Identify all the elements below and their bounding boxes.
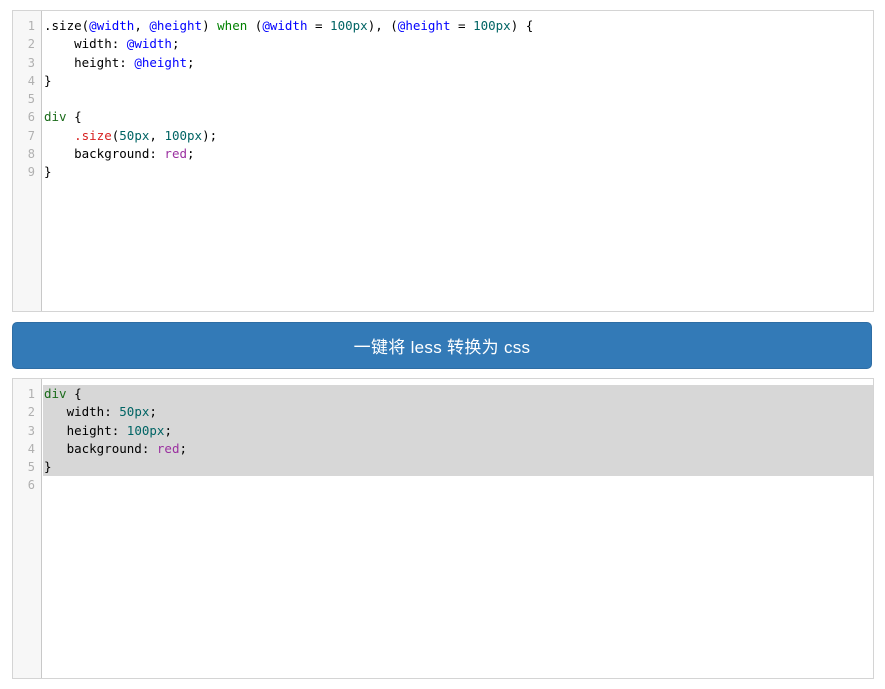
less-editor-code-area[interactable]: .size(@width, @height) when (@width = 10… bbox=[43, 11, 873, 311]
line-number: 1 bbox=[27, 19, 35, 33]
line-number: 3 bbox=[27, 423, 35, 438]
code-token: ( bbox=[247, 18, 263, 33]
line-number: 6 bbox=[27, 478, 35, 493]
line-number: 5 bbox=[27, 92, 35, 107]
line-number: 3 bbox=[27, 55, 35, 70]
code-token: 50px bbox=[119, 127, 150, 143]
code-token: 50px bbox=[119, 404, 150, 420]
css-output-editor[interactable]: 1 2 3 4 5 6 div { width: 50px; height: 100px;… bbox=[12, 378, 874, 679]
code-token: 100px bbox=[330, 18, 368, 33]
code-token: ; bbox=[187, 146, 195, 162]
code-line[interactable]: height: @height; bbox=[43, 54, 873, 72]
css-editor-code-area[interactable]: div { width: 50px; height: 100px; backgr… bbox=[43, 379, 873, 678]
code-token: ; bbox=[171, 36, 180, 52]
code-line[interactable]: .size(@width, @height) when (@width = 10… bbox=[43, 17, 873, 35]
less-editor-inner: 123456789 .size(@width, @height) when (@… bbox=[13, 11, 873, 311]
code-token: .size bbox=[44, 18, 82, 33]
code-token: 100px bbox=[126, 422, 165, 438]
less-editor-gutter: 1 2 3 4 5 6 7 8 9 bbox=[13, 11, 42, 311]
code-line[interactable]: div { bbox=[43, 108, 873, 126]
css-editor-inner: 1 2 3 4 5 6 div { width: 50px; height: 100px;… bbox=[13, 379, 873, 678]
code-token: div bbox=[44, 109, 67, 125]
code-token: @height bbox=[134, 54, 187, 70]
code-token: = bbox=[307, 18, 331, 33]
code-line[interactable]: width: @width; bbox=[43, 35, 873, 53]
code-token: ), ( bbox=[367, 18, 398, 33]
code-line[interactable] bbox=[43, 476, 873, 494]
code-token: height: bbox=[44, 54, 135, 70]
code-token: } bbox=[44, 72, 52, 88]
code-token: background: bbox=[44, 440, 157, 456]
code-token: ; bbox=[164, 422, 172, 438]
code-token: ) { bbox=[510, 18, 534, 33]
code-line[interactable]: div { bbox=[43, 385, 873, 404]
line-number: 8 bbox=[27, 147, 35, 162]
code-token: @width bbox=[126, 36, 172, 52]
line-number: 7 bbox=[27, 128, 35, 143]
line-number: 1 bbox=[27, 387, 35, 401]
code-token: } bbox=[44, 459, 52, 475]
code-token: red bbox=[164, 146, 187, 162]
code-token: red bbox=[156, 440, 180, 456]
code-line[interactable]: } bbox=[43, 72, 873, 90]
code-token: when bbox=[217, 18, 248, 33]
code-token: , bbox=[134, 18, 150, 33]
code-line[interactable]: } bbox=[43, 163, 873, 181]
code-token: @width bbox=[89, 18, 135, 33]
line-number: 4 bbox=[27, 73, 35, 88]
code-line[interactable]: background: red; bbox=[43, 439, 873, 459]
code-token: ; bbox=[187, 54, 195, 70]
code-token: = bbox=[450, 18, 474, 33]
code-token: 100px bbox=[473, 18, 511, 33]
line-number: 9 bbox=[27, 165, 35, 180]
code-token: , bbox=[149, 127, 165, 143]
code-line[interactable]: height: 100px; bbox=[43, 421, 873, 440]
code-line[interactable]: background: red; bbox=[43, 145, 873, 163]
code-token: width: bbox=[44, 36, 127, 52]
css-editor-gutter: 1 2 3 4 5 6 bbox=[13, 379, 42, 678]
code-token: .size bbox=[74, 127, 112, 143]
code-token: ; bbox=[179, 440, 187, 456]
code-token: height: bbox=[44, 422, 127, 438]
code-token: { bbox=[66, 109, 82, 125]
code-line[interactable]: .size(50px, 100px); bbox=[43, 127, 873, 145]
code-token: } bbox=[44, 164, 52, 180]
line-number: 4 bbox=[27, 441, 35, 456]
code-token: @height bbox=[149, 18, 203, 33]
code-token: 100px bbox=[164, 127, 203, 143]
line-number: 5 bbox=[27, 460, 35, 475]
code-token: ; bbox=[149, 404, 157, 420]
css-editor-line-numbers: 1 2 3 4 5 6 bbox=[13, 379, 41, 495]
code-token: ); bbox=[202, 127, 218, 143]
less-source-editor[interactable]: 123456789 .size(@width, @height) when (@… bbox=[12, 10, 874, 312]
line-number: 6 bbox=[27, 110, 35, 125]
code-token: background: bbox=[44, 146, 165, 162]
code-token: @height bbox=[397, 18, 451, 33]
code-token: div bbox=[44, 386, 67, 401]
less-editor-line-numbers: 1 2 3 4 5 6 7 8 9 bbox=[13, 11, 41, 182]
code-token: width: bbox=[44, 404, 120, 420]
code-token: ) bbox=[202, 18, 218, 33]
code-line[interactable] bbox=[43, 90, 873, 108]
convert-less-to-css-button[interactable]: 一键将 less 转换为 css bbox=[12, 322, 872, 369]
code-token: { bbox=[66, 386, 82, 401]
code-line[interactable]: width: 50px; bbox=[43, 403, 873, 422]
code-token: @width bbox=[262, 18, 308, 33]
page-root: 123456789 .size(@width, @height) when (@… bbox=[0, 0, 885, 689]
line-number: 2 bbox=[27, 37, 35, 52]
code-line[interactable]: } bbox=[43, 458, 873, 477]
line-number: 2 bbox=[27, 405, 35, 420]
